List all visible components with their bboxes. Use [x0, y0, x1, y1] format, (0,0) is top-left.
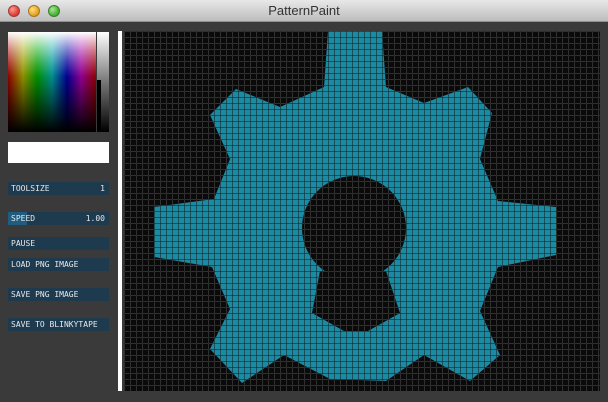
brightness-slider[interactable]	[97, 32, 109, 132]
gear-shape	[154, 31, 556, 383]
title-bar: PatternPaint	[0, 0, 608, 22]
pause-button[interactable]: PAUSE	[8, 237, 109, 250]
playback-position-bar[interactable]	[118, 31, 122, 391]
current-color-swatch	[8, 142, 109, 163]
load-png-label: LOAD PNG IMAGE	[11, 260, 79, 269]
color-picker[interactable]	[8, 32, 96, 132]
load-png-button[interactable]: LOAD PNG IMAGE	[8, 258, 109, 271]
toolsize-slider[interactable]: TOOLSIZE 1	[8, 182, 109, 195]
speed-slider[interactable]: SPEED 1.00	[8, 212, 109, 225]
pattern-canvas[interactable]	[124, 31, 600, 391]
gear-pattern	[154, 31, 556, 383]
toolsize-label: TOOLSIZE	[11, 184, 50, 193]
window-title: PatternPaint	[268, 3, 340, 18]
toolsize-value: 1	[100, 184, 105, 193]
save-blinkytape-label: SAVE TO BLINKYTAPE	[11, 320, 98, 329]
speed-value: 1.00	[85, 214, 105, 223]
pause-label: PAUSE	[11, 239, 36, 248]
save-blinkytape-button[interactable]: SAVE TO BLINKYTAPE	[8, 318, 109, 331]
speed-label: SPEED	[11, 214, 36, 223]
save-png-label: SAVE PNG IMAGE	[11, 290, 79, 299]
save-png-button[interactable]: SAVE PNG IMAGE	[8, 288, 109, 301]
brightness-marker	[97, 80, 101, 130]
app-window: PatternPaint TOOLSIZE 1 SPEED 1.00 PAUSE…	[0, 0, 608, 402]
